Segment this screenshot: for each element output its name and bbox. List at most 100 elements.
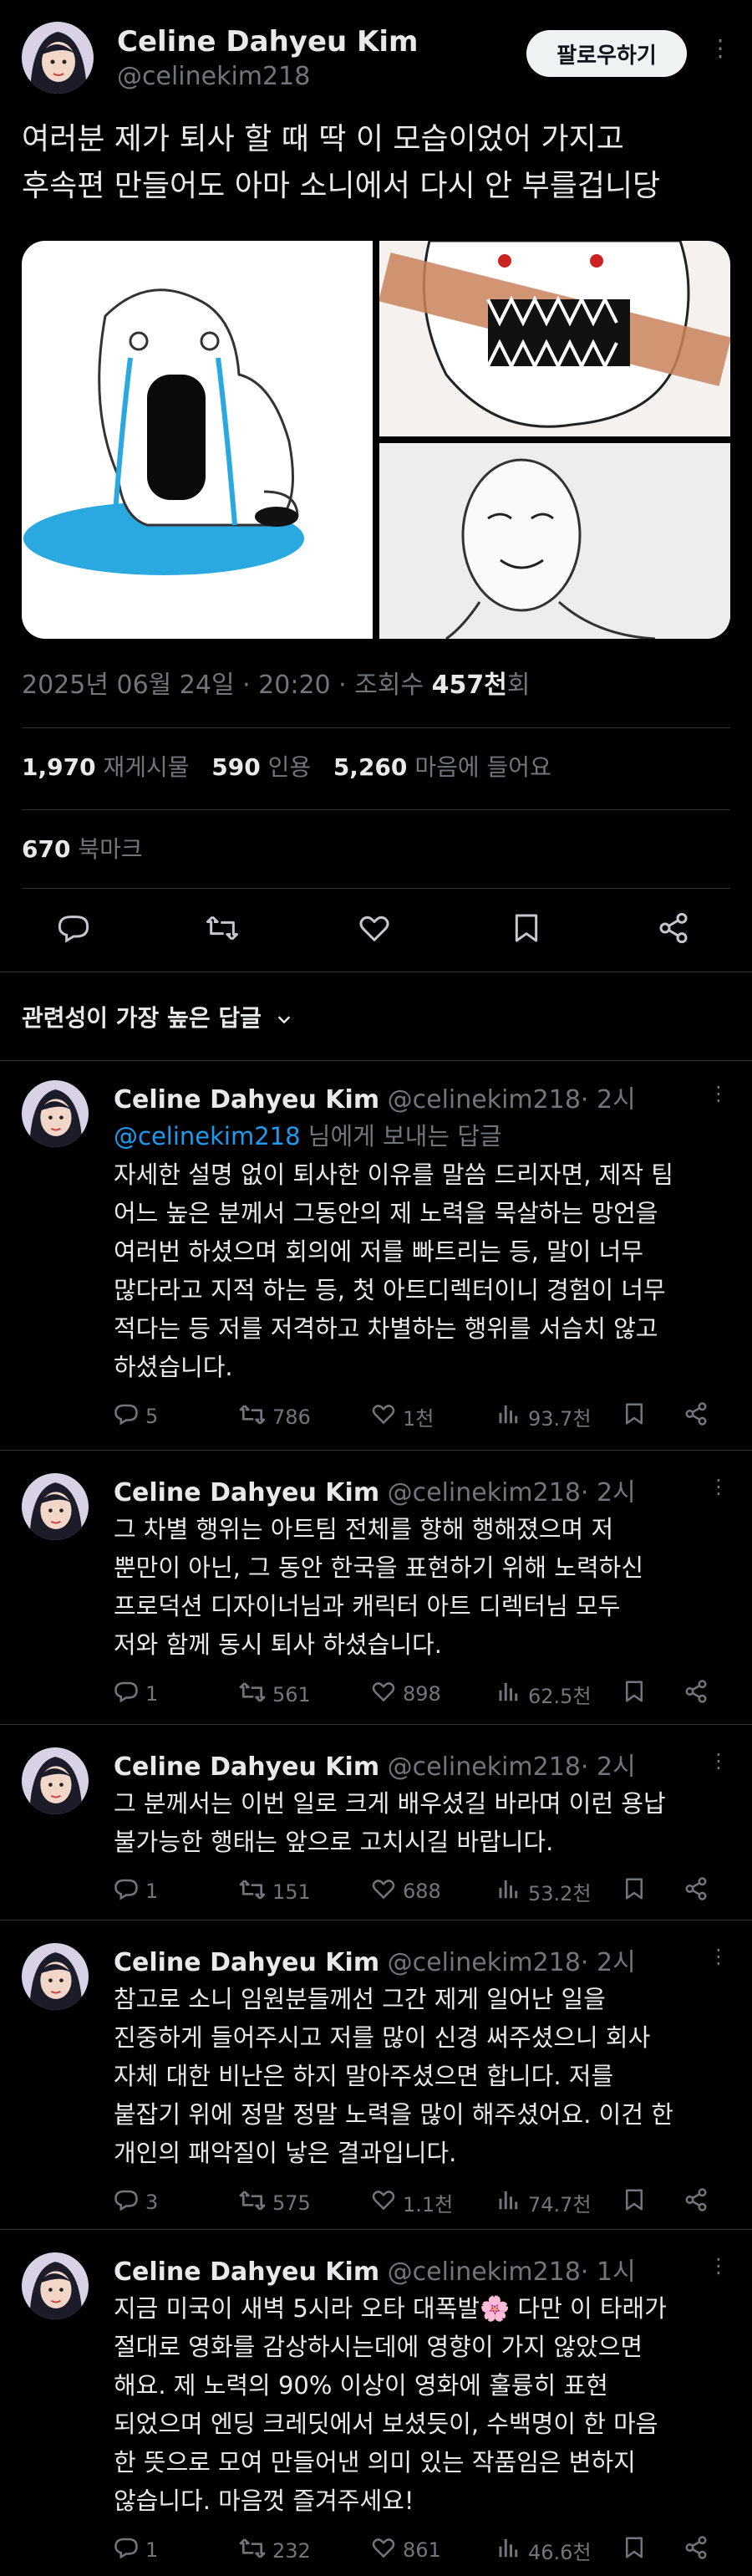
- reply-view-count: 74.7천: [528, 2192, 592, 2216]
- reply-icon[interactable]: [57, 911, 90, 945]
- reply-author-name[interactable]: Celine Dahyeu Kim: [114, 1752, 379, 1782]
- media-image-3[interactable]: [379, 443, 730, 639]
- bookmark-icon: [622, 1401, 647, 1431]
- views-icon: [496, 1876, 521, 1906]
- media-image-1[interactable]: [22, 241, 373, 639]
- share-icon: [683, 1876, 709, 1906]
- reply-comment-button[interactable]: 1: [114, 1679, 158, 1709]
- divider: [0, 1920, 752, 1921]
- like-stat[interactable]: 5,260 마음에 들어요: [333, 753, 551, 781]
- reply-bookmark-button[interactable]: [622, 1876, 647, 1906]
- reply-author-handle[interactable]: @celinekim218: [388, 2257, 581, 2287]
- retweet-icon: [239, 1401, 266, 1433]
- divider: [0, 1450, 752, 1451]
- reply-text-line: 개인의 패악질이 낳은 결과입니다.: [114, 2139, 457, 2167]
- more-options-icon[interactable]: ⋮: [709, 37, 732, 60]
- reply-like-count: 898: [403, 1682, 441, 1706]
- reply-author-name[interactable]: Celine Dahyeu Kim: [114, 1478, 379, 1507]
- reply-retweet-count: 151: [272, 1880, 311, 1904]
- reply-like-button[interactable]: 898: [371, 1679, 441, 1709]
- views-icon: [496, 2535, 521, 2565]
- reply-like-button[interactable]: 1.1천: [371, 2187, 453, 2217]
- quote-stat[interactable]: 590 인용: [211, 753, 311, 781]
- reply-like-button[interactable]: 688: [371, 1876, 441, 1906]
- reply-author-handle[interactable]: @celinekim218: [388, 1752, 581, 1782]
- reply-author-name[interactable]: Celine Dahyeu Kim: [114, 1085, 379, 1115]
- reply-sort-dropdown[interactable]: 관련성이 가장 높은 답글: [22, 1000, 293, 1033]
- share-icon: [683, 1401, 709, 1431]
- reply-avatar[interactable]: [22, 1747, 89, 1814]
- retweet-icon: [239, 2535, 266, 2567]
- reply-author-name[interactable]: Celine Dahyeu Kim: [114, 1948, 379, 1977]
- reply-share-button[interactable]: [683, 1401, 709, 1431]
- reply-retweet-button[interactable]: 151: [239, 1876, 311, 1908]
- reply-share-button[interactable]: [683, 1876, 709, 1906]
- reply-time[interactable]: · 2시: [581, 1752, 636, 1782]
- bookmark-stat[interactable]: 670 북마크: [22, 831, 143, 865]
- tweet-text-line-2: 후속편 만들어도 아마 소니에서 다시 안 부를겁니당: [22, 169, 661, 203]
- media-image-2[interactable]: [378, 241, 730, 436]
- reply-bookmark-button[interactable]: [622, 2535, 647, 2565]
- tweet-date[interactable]: 2025년 06월 24일 · 20:20 · 조회수: [22, 671, 424, 700]
- reply-retweet-button[interactable]: 561: [239, 1679, 311, 1711]
- reply-comment-count: 1: [145, 2538, 159, 2562]
- reply-bookmark-button[interactable]: [622, 1401, 647, 1431]
- reply-views-button[interactable]: 62.5천: [496, 1679, 592, 1709]
- reply-retweet-button[interactable]: 232: [239, 2535, 311, 2567]
- reply-share-button[interactable]: [683, 2187, 709, 2217]
- reply-views-button[interactable]: 46.6천: [496, 2535, 592, 2565]
- bookmark-count: 670: [22, 835, 71, 863]
- reply-text-line: 붙잡기 위에 정말 정말 노력을 많이 해주셨어요. 이건 한: [114, 2100, 673, 2129]
- reply-time[interactable]: · 2시: [581, 1948, 636, 1977]
- reply-avatar[interactable]: [22, 2252, 89, 2319]
- reply-like-button[interactable]: 1천: [371, 1401, 434, 1431]
- reply-more-options-icon[interactable]: ⋮: [709, 1084, 729, 1104]
- retweet-stat[interactable]: 1,970 재게시물: [22, 753, 190, 781]
- reply-retweet-button[interactable]: 575: [239, 2187, 311, 2219]
- reply-retweet-button[interactable]: 786: [239, 1401, 311, 1433]
- reply-comment-button[interactable]: 5: [114, 1401, 158, 1431]
- reply-views-button[interactable]: 74.7천: [496, 2187, 592, 2217]
- reply-share-button[interactable]: [683, 1679, 709, 1709]
- reply-share-button[interactable]: [683, 2535, 709, 2565]
- reply-header: Celine Dahyeu Kim @celinekim218· 2시: [114, 1746, 636, 1783]
- follow-button[interactable]: 팔로우하기: [526, 30, 687, 77]
- reply-more-options-icon[interactable]: ⋮: [709, 2256, 729, 2276]
- bookmark-icon[interactable]: [510, 911, 543, 945]
- reply-avatar[interactable]: [22, 1080, 89, 1147]
- reply-avatar[interactable]: [22, 1943, 89, 2010]
- reply-author-handle[interactable]: @celinekim218: [388, 1948, 581, 1977]
- reply-text-line: 절대로 영화를 감상하시는데에 영향이 가지 않았으면: [114, 2333, 643, 2361]
- retweet-icon[interactable]: [206, 911, 239, 945]
- reply-comment-button[interactable]: 1: [114, 1876, 158, 1906]
- reply-like-button[interactable]: 861: [371, 2535, 441, 2565]
- reply-more-options-icon[interactable]: ⋮: [709, 1751, 729, 1771]
- reply-time[interactable]: · 2시: [581, 1085, 636, 1115]
- reply-more-options-icon[interactable]: ⋮: [709, 1946, 729, 1966]
- reply-avatar[interactable]: [22, 1473, 89, 1540]
- reply-view-count: 93.7천: [528, 1406, 592, 1431]
- heart-icon: [371, 1679, 396, 1709]
- reply-more-options-icon[interactable]: ⋮: [709, 1477, 729, 1497]
- reply-text-line: 뿐만이 아닌, 그 동안 한국을 표현하기 위해 노력하신: [114, 1553, 644, 1582]
- reply-comment-button[interactable]: 3: [114, 2187, 158, 2217]
- reply-author-name[interactable]: Celine Dahyeu Kim: [114, 2257, 379, 2287]
- reply-views-button[interactable]: 53.2천: [496, 1876, 592, 1906]
- like-icon[interactable]: [358, 911, 391, 945]
- reply-mention-link[interactable]: @celinekim218: [114, 1122, 301, 1150]
- retweet-icon: [239, 1679, 266, 1711]
- author-handle[interactable]: @celinekim218: [117, 62, 310, 91]
- reply-context-suffix: 님에게 보내는 답글: [300, 1122, 502, 1150]
- reply-author-handle[interactable]: @celinekim218: [388, 1085, 581, 1115]
- author-avatar[interactable]: [22, 22, 94, 94]
- reply-time[interactable]: · 2시: [581, 1478, 636, 1507]
- reply-header: Celine Dahyeu Kim @celinekim218· 1시: [114, 2251, 636, 2288]
- reply-author-handle[interactable]: @celinekim218: [388, 1478, 581, 1507]
- reply-comment-button[interactable]: 1: [114, 2535, 158, 2565]
- author-name[interactable]: Celine Dahyeu Kim: [117, 25, 419, 59]
- reply-bookmark-button[interactable]: [622, 1679, 647, 1709]
- share-icon[interactable]: [657, 911, 690, 945]
- reply-bookmark-button[interactable]: [622, 2187, 647, 2217]
- reply-time[interactable]: · 1시: [581, 2257, 636, 2287]
- reply-views-button[interactable]: 93.7천: [496, 1401, 592, 1431]
